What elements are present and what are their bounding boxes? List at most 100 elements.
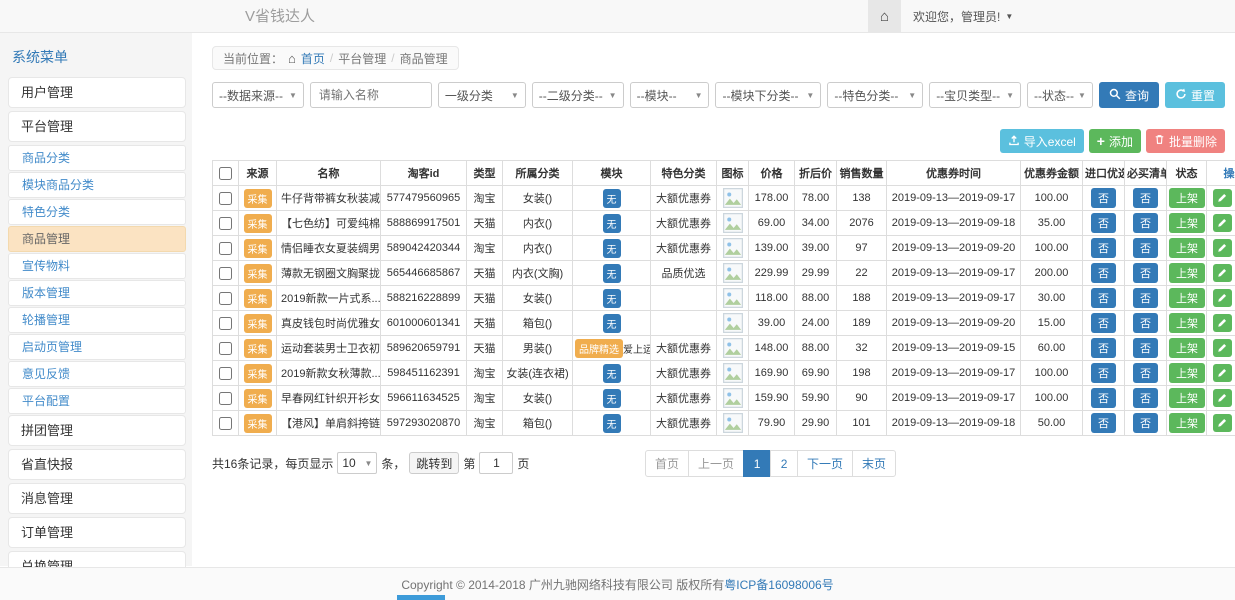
special-category: 大额优惠券	[651, 361, 717, 386]
page-button[interactable]: 2	[770, 450, 798, 477]
edit-button[interactable]	[1213, 414, 1232, 432]
column-header: 必买清单	[1125, 161, 1167, 186]
status-button[interactable]: 上架	[1169, 313, 1205, 333]
sidebar-item[interactable]: 特色分类	[8, 199, 186, 225]
must-buy-toggle[interactable]: 否	[1133, 413, 1158, 433]
import-select-toggle[interactable]: 否	[1091, 363, 1116, 383]
row-checkbox[interactable]	[219, 392, 232, 405]
must-buy-toggle[interactable]: 否	[1133, 313, 1158, 333]
row-checkbox[interactable]	[219, 367, 232, 380]
import-select-toggle[interactable]: 否	[1091, 388, 1116, 408]
filter-select[interactable]: --数据来源--▼	[212, 82, 304, 108]
row-checkbox[interactable]	[219, 267, 232, 280]
edit-button[interactable]	[1213, 264, 1232, 282]
row-checkbox[interactable]	[219, 342, 232, 355]
sidebar-item[interactable]: 宣传物料	[8, 253, 186, 279]
import-select-toggle[interactable]: 否	[1091, 213, 1116, 233]
page-button[interactable]: 末页	[852, 450, 896, 477]
add-button-label: 添加	[1109, 133, 1133, 150]
row-checkbox[interactable]	[219, 317, 232, 330]
sidebar-item[interactable]: 平台配置	[8, 388, 186, 414]
batch-delete-button[interactable]: 批量删除	[1146, 129, 1225, 153]
reset-button[interactable]: 重置	[1165, 82, 1225, 108]
sidebar-item[interactable]: 版本管理	[8, 280, 186, 306]
row-checkbox[interactable]	[219, 217, 232, 230]
status-button[interactable]: 上架	[1169, 188, 1205, 208]
filter-select[interactable]: --状态--▼	[1027, 82, 1093, 108]
name-search-input[interactable]	[310, 82, 432, 108]
import-select-toggle[interactable]: 否	[1091, 338, 1116, 358]
status-button[interactable]: 上架	[1169, 338, 1205, 358]
filter-select[interactable]: 一级分类▼	[438, 82, 526, 108]
page-button[interactable]: 下一页	[797, 450, 853, 477]
status-button[interactable]: 上架	[1169, 363, 1205, 383]
edit-button[interactable]	[1213, 389, 1232, 407]
jump-button[interactable]: 跳转到	[409, 452, 459, 474]
status-button[interactable]: 上架	[1169, 413, 1205, 433]
row-checkbox[interactable]	[219, 242, 232, 255]
filter-select[interactable]: --二级分类--▼	[532, 82, 624, 108]
filter-select[interactable]: --模块--▼	[630, 82, 710, 108]
page-jump-input[interactable]	[479, 452, 513, 474]
row-checkbox[interactable]	[219, 192, 232, 205]
status-button[interactable]: 上架	[1169, 213, 1205, 233]
sidebar-item[interactable]: 商品分类	[8, 145, 186, 171]
filter-select[interactable]: --宝贝类型--▼	[929, 82, 1021, 108]
select-all-checkbox[interactable]	[219, 167, 232, 180]
import-excel-button[interactable]: 导入excel	[1000, 129, 1084, 153]
scrollbar-thumb[interactable]	[397, 595, 445, 600]
import-select-toggle[interactable]: 否	[1091, 238, 1116, 258]
filter-select[interactable]: --模块下分类--▼	[715, 82, 821, 108]
status-button[interactable]: 上架	[1169, 238, 1205, 258]
reset-button-label: 重置	[1191, 87, 1215, 104]
edit-button[interactable]	[1213, 189, 1232, 207]
must-buy-toggle[interactable]: 否	[1133, 388, 1158, 408]
import-select-toggle[interactable]: 否	[1091, 263, 1116, 283]
product-image	[723, 213, 743, 233]
search-button[interactable]: 查询	[1099, 82, 1159, 108]
breadcrumb-home-link[interactable]: 首页	[301, 50, 325, 67]
filter-select[interactable]: --特色分类--▼	[827, 82, 923, 108]
must-buy-toggle[interactable]: 否	[1133, 288, 1158, 308]
must-buy-toggle[interactable]: 否	[1133, 338, 1158, 358]
edit-button[interactable]	[1213, 364, 1232, 382]
sidebar-item[interactable]: 消息管理	[8, 483, 186, 514]
import-select-toggle[interactable]: 否	[1091, 288, 1116, 308]
sidebar-item[interactable]: 轮播管理	[8, 307, 186, 333]
home-button[interactable]: ⌂	[868, 0, 901, 33]
must-buy-toggle[interactable]: 否	[1133, 238, 1158, 258]
sidebar-item[interactable]: 用户管理	[8, 77, 186, 108]
must-buy-toggle[interactable]: 否	[1133, 263, 1158, 283]
row-checkbox[interactable]	[219, 292, 232, 305]
status-button[interactable]: 上架	[1169, 263, 1205, 283]
sidebar-item[interactable]: 平台管理	[8, 111, 186, 142]
must-buy-toggle[interactable]: 否	[1133, 188, 1158, 208]
status-button[interactable]: 上架	[1169, 288, 1205, 308]
icp-link[interactable]: 粤ICP备16098006号	[724, 576, 833, 593]
sidebar-item[interactable]: 商品管理	[8, 226, 186, 252]
page-button[interactable]: 1	[743, 450, 771, 477]
import-select-toggle[interactable]: 否	[1091, 188, 1116, 208]
sidebar-item[interactable]: 启动页管理	[8, 334, 186, 360]
add-button[interactable]: + 添加	[1089, 129, 1141, 153]
edit-button[interactable]	[1213, 214, 1232, 232]
import-select-toggle[interactable]: 否	[1091, 313, 1116, 333]
sidebar-item[interactable]: 模块商品分类	[8, 172, 186, 198]
must-buy-toggle[interactable]: 否	[1133, 363, 1158, 383]
sidebar-item[interactable]: 意见反馈	[8, 361, 186, 387]
must-buy-toggle[interactable]: 否	[1133, 213, 1158, 233]
status-button[interactable]: 上架	[1169, 388, 1205, 408]
edit-button[interactable]	[1213, 289, 1232, 307]
per-page-select[interactable]: 10 ▼	[337, 452, 377, 474]
edit-button[interactable]	[1213, 339, 1232, 357]
row-checkbox[interactable]	[219, 417, 232, 430]
page-button[interactable]: 首页	[645, 450, 689, 477]
edit-button[interactable]	[1213, 314, 1232, 332]
sidebar-item[interactable]: 拼团管理	[8, 415, 186, 446]
page-button[interactable]: 上一页	[688, 450, 744, 477]
sidebar-item[interactable]: 省直快报	[8, 449, 186, 480]
edit-button[interactable]	[1213, 239, 1232, 257]
sidebar-item[interactable]: 订单管理	[8, 517, 186, 548]
user-menu[interactable]: 欢迎您，管理员! ▼	[901, 0, 1025, 33]
import-select-toggle[interactable]: 否	[1091, 413, 1116, 433]
